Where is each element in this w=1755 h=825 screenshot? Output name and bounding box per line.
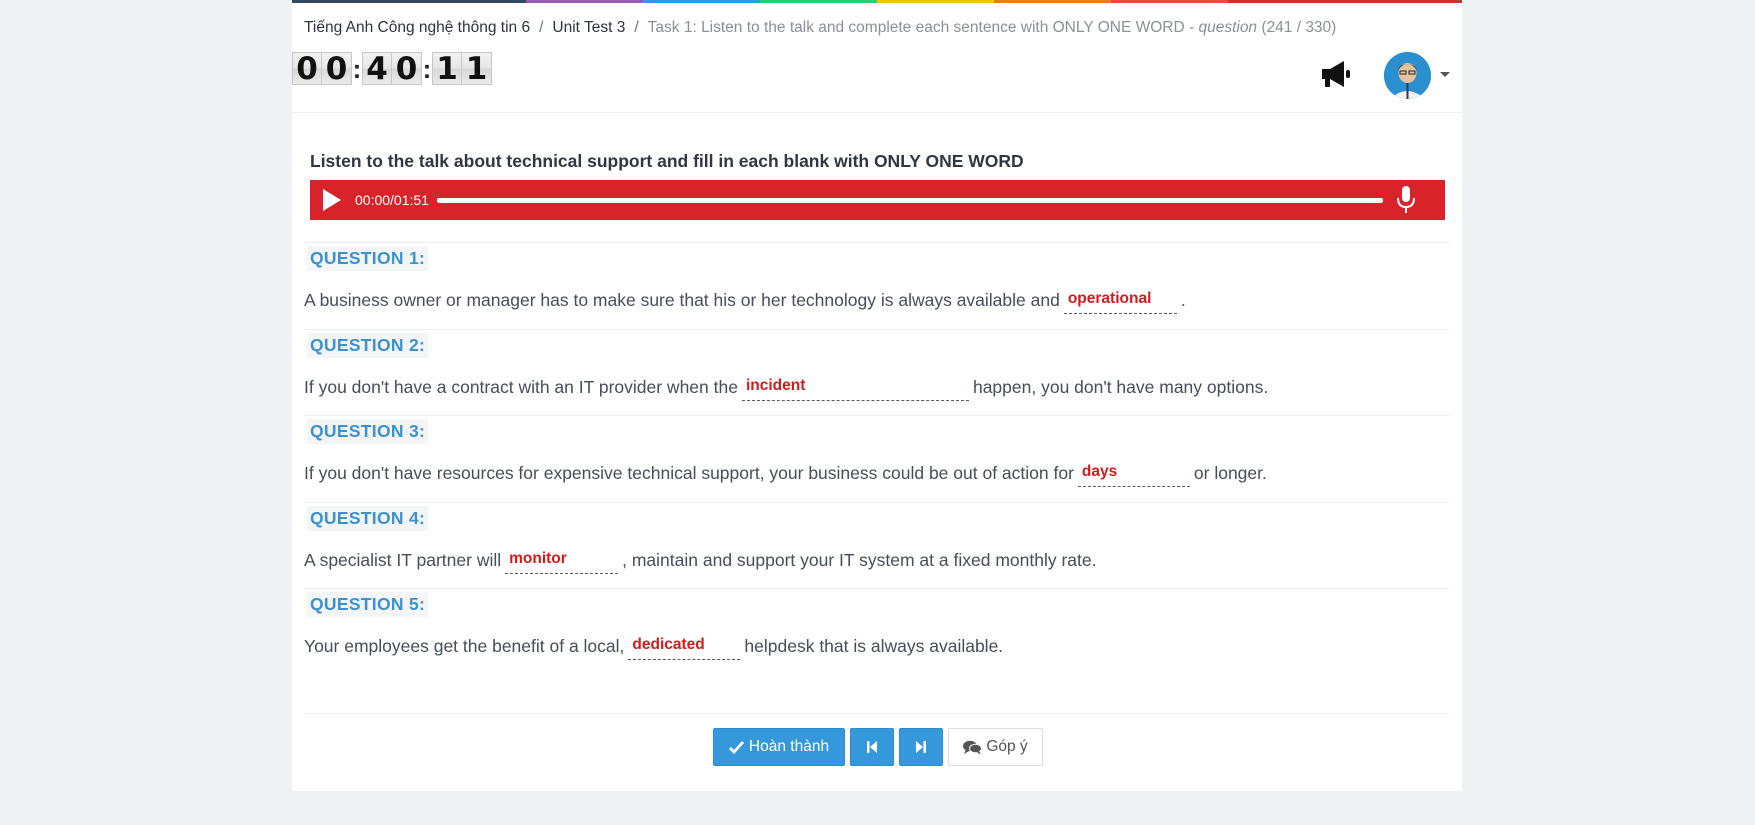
action-bar: Hoàn thành Góp ý: [713, 728, 1043, 766]
color-bar-segment: [1345, 0, 1462, 3]
header-divider: [292, 112, 1462, 113]
breadcrumb-question-word: question: [1198, 19, 1258, 36]
color-bar-segment: [1228, 0, 1345, 3]
question-text: A specialist IT partner will monitor, mai…: [304, 548, 1450, 578]
microphone-icon[interactable]: [1395, 185, 1417, 215]
user-avatar-icon: [1384, 52, 1431, 99]
task-instruction: Listen to the talk about technical suppo…: [310, 151, 1024, 171]
question-label: QUESTION 3:: [307, 419, 429, 444]
step-backward-icon: [867, 741, 877, 753]
question-text: A business owner or manager has to make …: [304, 288, 1450, 318]
question-text: If you don't have resources for expensiv…: [304, 461, 1450, 491]
answer-field[interactable]: dedicated: [628, 634, 741, 660]
breadcrumb-current: Task 1: Listen to the talk and complete …: [648, 19, 1337, 36]
question-text-before: Your employees get the benefit of a loca…: [304, 636, 625, 656]
question-divider: [304, 242, 1450, 243]
question-item: QUESTION 1: A business owner or manager h…: [304, 242, 1450, 318]
breadcrumb-unit[interactable]: Unit Test 3: [552, 19, 625, 36]
question-text-before: If you don't have resources for expensiv…: [304, 463, 1074, 483]
question-divider: [304, 329, 1450, 330]
answer-field[interactable]: days: [1077, 461, 1190, 487]
breadcrumb-separator: /: [634, 19, 639, 36]
timer-digit: 0: [392, 51, 421, 87]
timer-colon: :: [352, 53, 362, 84]
timer-digit: 0: [322, 51, 351, 87]
finish-label: Hoàn thành: [748, 738, 830, 755]
question-label: QUESTION 5:: [307, 592, 429, 617]
question-text-before: A specialist IT partner will: [304, 550, 502, 570]
feedback-label: Góp ý: [986, 738, 1028, 755]
comments-icon: [963, 740, 983, 754]
question-text-after: or longer.: [1193, 463, 1267, 483]
question-text: Your employees get the benefit of a loca…: [304, 634, 1450, 664]
color-bar-segment: [526, 0, 643, 3]
question-label: QUESTION 4:: [307, 506, 429, 531]
previous-button[interactable]: [850, 728, 894, 766]
question-text: If you don't have a contract with an IT …: [304, 375, 1450, 405]
color-bar-segment: [994, 0, 1111, 3]
color-bar-segment: [877, 0, 994, 3]
breadcrumb-course[interactable]: Tiếng Anh Công nghệ thông tin 6: [304, 19, 530, 36]
question-divider: [304, 588, 1450, 589]
question-text-before: If you don't have a contract with an IT …: [304, 377, 738, 397]
question-text-after: , maintain and support your IT system at…: [622, 550, 1097, 570]
color-bar-segment: [1111, 0, 1228, 3]
finish-button[interactable]: Hoàn thành: [713, 728, 845, 766]
breadcrumb-position: (241 / 330): [1261, 19, 1337, 36]
bottom-divider: [304, 713, 1450, 714]
feedback-button[interactable]: Góp ý: [948, 728, 1043, 766]
question-divider: [304, 502, 1450, 503]
play-icon[interactable]: [323, 189, 341, 211]
question-text-after: happen, you don't have many options.: [972, 377, 1269, 397]
question-item: QUESTION 2: If you don't have a contract …: [304, 329, 1450, 405]
timer-seconds: 1 1: [432, 51, 492, 87]
breadcrumb-separator: /: [539, 19, 544, 36]
color-bar-segment: [760, 0, 877, 3]
audio-player: 00:00/01:51: [310, 180, 1445, 220]
timer-colon: :: [422, 53, 432, 84]
countdown-timer: 0 0 : 4 0 : 1 1: [292, 51, 492, 87]
audio-progress-track[interactable]: [436, 197, 1383, 203]
step-forward-icon: [916, 741, 926, 753]
question-label: QUESTION 1:: [307, 246, 429, 271]
next-button[interactable]: [899, 728, 943, 766]
answer-field[interactable]: operational: [1063, 288, 1177, 314]
megaphone-icon[interactable]: [1318, 58, 1354, 90]
answer-field[interactable]: incident: [741, 375, 969, 401]
audio-time: 00:00/01:51: [355, 192, 429, 208]
question-text-after: .: [1180, 290, 1186, 310]
question-divider: [304, 415, 1450, 416]
timer-digit: 0: [293, 51, 322, 87]
breadcrumb: Tiếng Anh Công nghệ thông tin 6 / Unit Tes…: [304, 19, 1336, 37]
question-item: QUESTION 5: Your employees get the benefi…: [304, 588, 1450, 664]
avatar[interactable]: [1384, 52, 1431, 99]
color-bar: [292, 0, 1462, 3]
timer-hours: 0 0: [292, 51, 352, 87]
color-bar-segment: [409, 0, 526, 3]
color-bar-segment: [292, 0, 409, 3]
timer-digit: 1: [433, 51, 462, 87]
check-icon: [728, 740, 744, 754]
timer-minutes: 4 0: [362, 51, 422, 87]
question-text-after: helpdesk that is always available.: [744, 636, 1004, 656]
breadcrumb-task: Task 1: Listen to the talk and complete …: [647, 19, 1195, 36]
page-container: Tiếng Anh Công nghệ thông tin 6 / Unit Tes…: [292, 0, 1462, 791]
caret-down-icon[interactable]: [1440, 72, 1450, 77]
question-text-before: A business owner or manager has to make …: [304, 290, 1060, 310]
answer-field[interactable]: monitor: [505, 548, 619, 574]
question-item: QUESTION 3: If you don't have resources f…: [304, 415, 1450, 491]
question-item: QUESTION 4: A specialist IT partner will m…: [304, 502, 1450, 578]
timer-digit: 4: [363, 51, 392, 87]
color-bar-segment: [643, 0, 760, 3]
timer-digit: 1: [462, 51, 491, 87]
question-label: QUESTION 2:: [307, 333, 429, 358]
